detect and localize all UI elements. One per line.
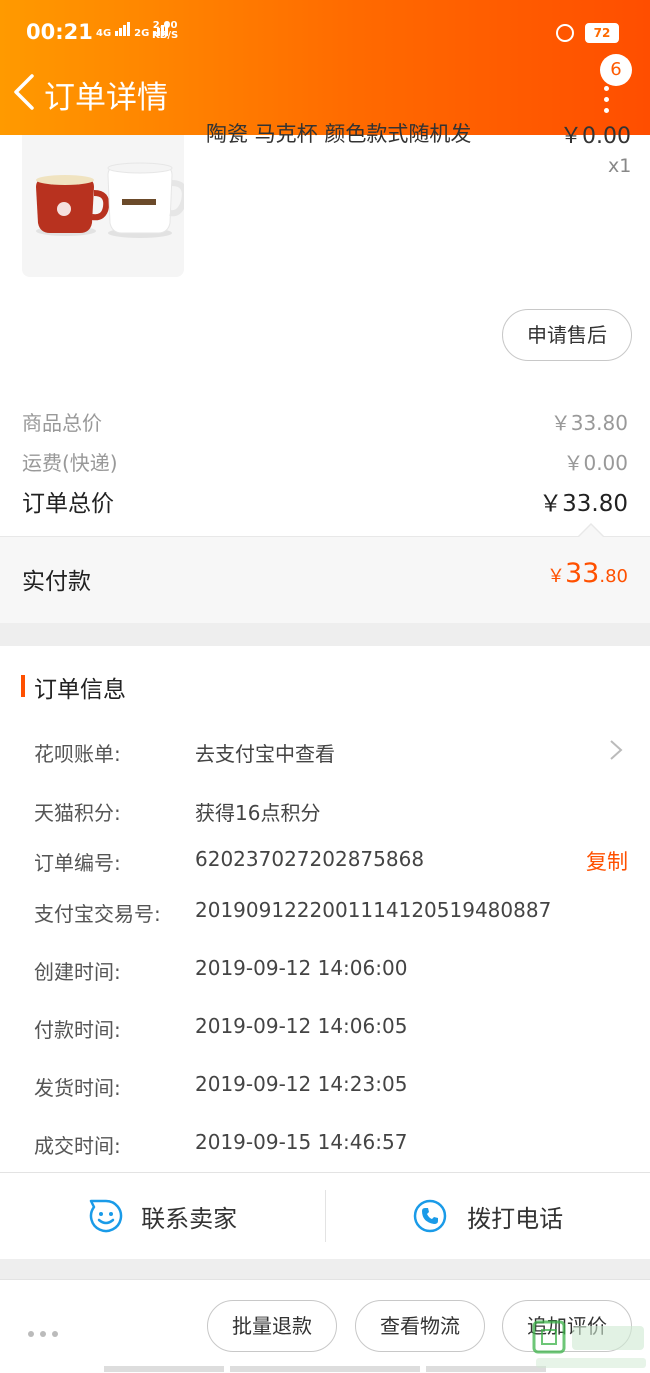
- call-phone-label: 拨打电话: [467, 1204, 564, 1233]
- points-label: 天猫积分:: [34, 801, 121, 825]
- created-time-value: 2019-09-12 14:06:00: [195, 956, 408, 980]
- copy-button[interactable]: 复制: [586, 846, 628, 876]
- rotation-lock-icon: [556, 24, 574, 42]
- deal-time-value: 2019-09-15 14:46:57: [195, 1130, 408, 1154]
- product-image[interactable]: [22, 135, 184, 277]
- section-divider: [0, 623, 650, 646]
- section-divider-2: [0, 1259, 650, 1279]
- product-title[interactable]: 陶瓷 马克杯 颜色款式随机发: [206, 118, 471, 148]
- order-total-value: ￥33.80: [539, 491, 628, 517]
- paid-time-label: 付款时间:: [34, 1018, 121, 1042]
- contact-seller-label: 联系卖家: [141, 1204, 238, 1233]
- goods-total-label: 商品总价: [22, 411, 102, 435]
- goods-total-value: ￥33.80: [550, 411, 628, 435]
- network-speed: 2.00 KB/S: [152, 20, 179, 41]
- shipping-value: ￥0.00: [563, 451, 628, 475]
- paid-value: ￥33.80: [547, 558, 628, 589]
- points-value: 获得16点积分: [195, 801, 321, 825]
- created-time-label: 创建时间:: [34, 960, 121, 984]
- huabei-value[interactable]: 去支付宝中查看: [195, 738, 335, 767]
- after-sale-button[interactable]: 申请售后: [502, 309, 632, 361]
- phone-icon: [413, 1199, 447, 1233]
- order-number-label: 订单编号:: [34, 851, 121, 875]
- alipay-trade-value: 2019091222001114120519480887: [195, 898, 552, 922]
- batch-refund-button[interactable]: 批量退款: [207, 1300, 337, 1352]
- ellipsis-icon[interactable]: [28, 1322, 64, 1341]
- battery-indicator: 72: [585, 23, 619, 43]
- mug-illustration: [22, 135, 184, 277]
- order-total-label: 订单总价: [22, 491, 114, 517]
- call-phone-button[interactable]: 拨打电话: [412, 1198, 563, 1234]
- shipping-label: 运费(快递): [22, 451, 118, 475]
- watermark-logo: [532, 1320, 646, 1368]
- shipped-time-value: 2019-09-12 14:23:05: [195, 1072, 408, 1096]
- smile-chat-icon: [89, 1199, 123, 1233]
- chevron-right-icon[interactable]: [608, 738, 624, 762]
- more-icon[interactable]: [600, 86, 612, 113]
- contact-divider: [325, 1190, 326, 1242]
- view-logistics-button[interactable]: 查看物流: [355, 1300, 485, 1352]
- product-quantity: x1: [608, 155, 632, 177]
- contact-seller-button[interactable]: 联系卖家: [88, 1198, 237, 1234]
- page-title: 订单详情: [44, 80, 168, 116]
- section-accent: [21, 675, 25, 697]
- message-badge[interactable]: 6: [600, 54, 632, 86]
- order-info-title: 订单信息: [34, 677, 126, 703]
- paid-time-value: 2019-09-12 14:06:05: [195, 1014, 408, 1038]
- status-time: 00:21: [26, 20, 93, 44]
- nav-indicator: [104, 1366, 224, 1372]
- product-price: ￥0.00: [560, 124, 631, 149]
- deal-time-label: 成交时间:: [34, 1134, 121, 1158]
- alipay-trade-label: 支付宝交易号:: [34, 902, 161, 926]
- huabei-label: 花呗账单:: [34, 742, 121, 766]
- order-number-value: 620237027202875868: [195, 847, 425, 871]
- paid-label: 实付款: [22, 569, 91, 595]
- back-icon[interactable]: [10, 72, 46, 112]
- shipped-time-label: 发货时间:: [34, 1076, 121, 1100]
